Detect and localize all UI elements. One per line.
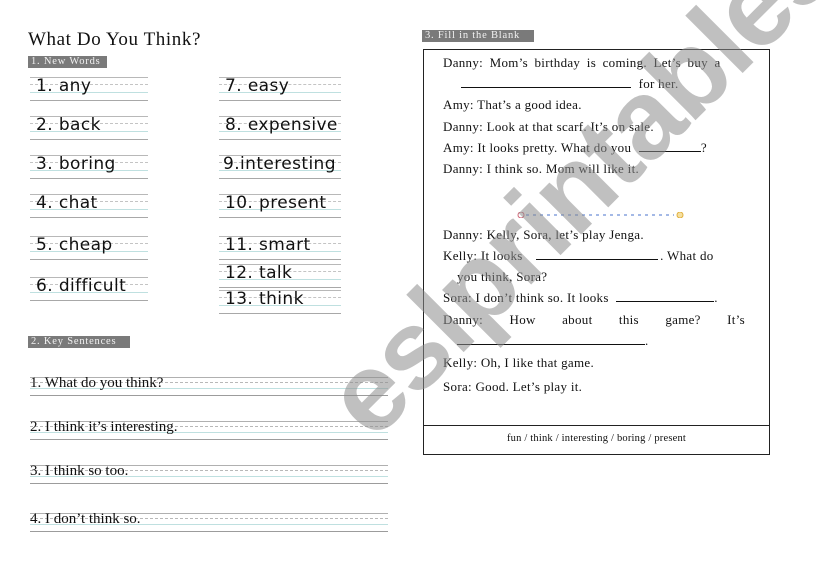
- dialogue-line: Amy: It looks pretty. What do you ?: [443, 140, 707, 156]
- dialogue-line: Danny: Look at that scarf. It’s on sale.: [443, 119, 654, 134]
- word-text: 2. back: [36, 115, 101, 135]
- word-text: 8. expensive: [225, 115, 338, 135]
- word-item: 12. talk: [219, 263, 341, 288]
- section-label-key-sentences: 2. Key Sentences: [28, 336, 131, 348]
- word-text: 5. cheap: [36, 235, 113, 255]
- dialogue-text: . What do: [660, 248, 714, 263]
- word-text: 13. think: [225, 289, 304, 309]
- answer-blank[interactable]: [461, 76, 631, 88]
- dialogue-text: ?: [700, 140, 707, 155]
- dialogue-text: Danny:: [443, 312, 484, 327]
- word-text: 7. easy: [225, 76, 290, 96]
- face-icon-left: [517, 212, 525, 218]
- dialogue-text: Kelly: It looks: [443, 248, 523, 263]
- dialogue-text: this: [618, 312, 639, 327]
- word-item: 11. smart: [219, 235, 341, 260]
- word-item: 8. expensive: [219, 115, 341, 140]
- word-item: 3. boring: [30, 154, 148, 179]
- dialogue-text: game?: [665, 312, 701, 327]
- dialogue-line: Danny: I think so. Mom will like it.: [443, 161, 640, 176]
- section-label-fill-blank: 3. Fill in the Blank: [422, 30, 535, 42]
- dotted-separator: [517, 212, 684, 218]
- word-item: 2. back: [30, 115, 148, 140]
- word-item: 10. present: [219, 193, 341, 218]
- dialogue-text: .: [645, 333, 649, 348]
- answer-blank[interactable]: [536, 248, 659, 260]
- sentence-item: 3. I think so too.: [30, 463, 388, 484]
- word-text: 1. any: [36, 76, 92, 96]
- sentence-text: 2. I think it’s interesting.: [30, 419, 178, 435]
- word-text: 11. smart: [225, 235, 311, 255]
- word-item: 9.interesting: [219, 154, 341, 179]
- sentence-item: 4. I don’t think so.: [30, 511, 388, 532]
- word-text: 9.interesting: [223, 154, 336, 174]
- word-text: 3. boring: [36, 154, 116, 174]
- dialogue-text: It’s: [727, 312, 745, 327]
- dialogue-line: Sora: Good. Let’s play it.: [443, 379, 583, 394]
- dialogue-line: Sora: I don’t think so. It looks .: [443, 290, 718, 306]
- dialogue-text: How: [509, 312, 536, 327]
- word-text: 6. difficult: [36, 276, 127, 296]
- word-item: 1. any: [30, 76, 148, 101]
- fill-blank-box: Danny: Mom’s birthday is coming. Let’s b…: [423, 49, 770, 455]
- dialogue-line: Kelly: Oh, I like that game.: [443, 355, 594, 370]
- face-icon-right: [676, 212, 684, 218]
- dialogue-line: .: [457, 333, 649, 349]
- dialogue-text: for her.: [638, 76, 679, 91]
- word-text: 12. talk: [225, 263, 293, 283]
- answer-blank[interactable]: [616, 290, 715, 302]
- dialogue-text: Amy: It looks pretty. What do you: [443, 140, 632, 155]
- sentence-text: 3. I think so too.: [30, 463, 129, 479]
- dialogue-text: Sora: I don’t think so. It looks: [443, 290, 609, 305]
- word-item: 6. difficult: [30, 276, 148, 301]
- dialogue-line: for her.: [461, 76, 679, 92]
- dialogue-line: Amy: That’s a good idea.: [443, 97, 582, 112]
- sentence-item: 1. What do you think?: [30, 375, 388, 396]
- sentence-item: 2. I think it’s interesting.: [30, 419, 388, 440]
- word-text: 10. present: [225, 193, 327, 213]
- word-item: 5. cheap: [30, 235, 148, 260]
- dialogue-text: .: [714, 290, 718, 305]
- dialogue-line: Danny: How about this game? It’s: [443, 312, 745, 328]
- dialogue-line: you think, Sora?: [457, 269, 548, 284]
- dialogue-line: Danny: Kelly, Sora, let’s play Jenga.: [443, 227, 644, 242]
- dialogue-line: Kelly: It looks . What do: [443, 248, 745, 264]
- page-title: What Do You Think?: [28, 29, 202, 50]
- sentence-text: 1. What do you think?: [30, 375, 164, 391]
- word-item: 4. chat: [30, 193, 148, 218]
- answer-blank[interactable]: [457, 333, 645, 345]
- word-item: 13. think: [219, 289, 341, 314]
- word-bank-divider: [424, 425, 769, 426]
- answer-blank[interactable]: [638, 140, 701, 152]
- dialogue-line: Danny: Mom’s birthday is coming. Let’s b…: [443, 55, 721, 70]
- sentence-text: 4. I don’t think so.: [30, 511, 141, 527]
- word-item: 7. easy: [219, 76, 341, 101]
- word-bank: fun / think / interesting / boring / pre…: [506, 433, 687, 444]
- dialogue-text: about: [562, 312, 593, 327]
- word-text: 4. chat: [36, 193, 98, 213]
- section-label-new-words: 1. New Words: [28, 56, 107, 68]
